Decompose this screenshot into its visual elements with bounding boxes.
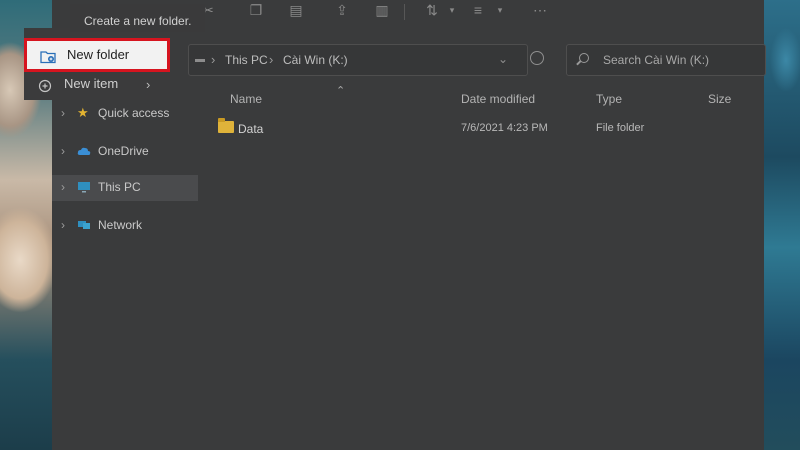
refresh-icon[interactable] bbox=[530, 51, 544, 65]
nav-label: Quick access bbox=[98, 106, 170, 120]
sort-icon[interactable]: ⇅ bbox=[424, 2, 440, 18]
address-bar[interactable]: › This PC › Cài Win (K:) bbox=[188, 44, 528, 76]
search-placeholder: Search Cài Win (K:) bbox=[603, 53, 710, 67]
chevron-right-icon[interactable]: › bbox=[61, 218, 65, 232]
chevron-right-icon: › bbox=[146, 77, 151, 92]
column-header-size[interactable]: Size bbox=[708, 92, 731, 106]
chevron-down-icon[interactable]: ▾ bbox=[444, 2, 460, 18]
desktop-wallpaper-right bbox=[764, 0, 800, 450]
search-box[interactable]: Search Cài Win (K:) bbox=[566, 44, 766, 76]
new-folder-menu-item[interactable]: New folder bbox=[24, 38, 170, 72]
menu-item-label: New item bbox=[64, 76, 119, 91]
new-folder-icon bbox=[40, 51, 56, 64]
share-icon[interactable]: ⇪ bbox=[334, 2, 350, 18]
file-name[interactable]: Data bbox=[238, 122, 263, 136]
cloud-icon bbox=[77, 147, 91, 155]
breadcrumb-drive[interactable]: Cài Win (K:) bbox=[283, 53, 348, 67]
chevron-right-icon[interactable]: › bbox=[61, 106, 65, 120]
toolbar-divider bbox=[404, 4, 405, 20]
folder-icon bbox=[218, 118, 234, 133]
nav-item-this-pc[interactable]: › This PC bbox=[52, 175, 198, 201]
search-icon bbox=[579, 53, 589, 63]
copy-icon[interactable]: ❐ bbox=[248, 2, 264, 18]
more-options-icon[interactable]: ⋯ bbox=[532, 2, 548, 18]
star-icon: ★ bbox=[77, 105, 89, 120]
network-icon bbox=[78, 221, 90, 229]
column-header-name[interactable]: Name bbox=[230, 92, 262, 106]
column-header-type[interactable]: Type bbox=[596, 92, 622, 106]
new-item-icon bbox=[38, 79, 52, 93]
tooltip: Create a new folder. bbox=[70, 4, 206, 32]
new-item-menu-item[interactable]: New item › bbox=[24, 70, 170, 104]
address-history-chevron-icon[interactable]: ⌄ bbox=[498, 52, 508, 66]
chevron-down-icon[interactable]: ▾ bbox=[492, 2, 508, 18]
nav-label: This PC bbox=[98, 180, 141, 194]
menu-item-label: New folder bbox=[67, 47, 130, 62]
column-header-date-modified[interactable]: Date modified bbox=[461, 92, 535, 106]
paste-icon[interactable]: ▤ bbox=[288, 2, 304, 18]
delete-icon[interactable]: ▥ bbox=[374, 2, 390, 18]
chevron-right-icon: › bbox=[211, 52, 216, 67]
monitor-icon bbox=[78, 182, 90, 193]
file-date-modified: 7/6/2021 4:23 PM bbox=[461, 122, 548, 134]
nav-label: OneDrive bbox=[98, 144, 149, 158]
chevron-right-icon[interactable]: › bbox=[61, 180, 65, 194]
breadcrumb-this-pc[interactable]: This PC bbox=[225, 53, 268, 67]
nav-item-onedrive[interactable]: › OneDrive bbox=[52, 139, 198, 165]
view-icon[interactable]: ≡ bbox=[470, 2, 486, 18]
sort-ascending-icon: ⌃ bbox=[336, 85, 346, 97]
drive-icon bbox=[195, 59, 205, 62]
nav-item-quick-access[interactable]: › ★ Quick access bbox=[52, 101, 198, 127]
new-dropdown-menu: New folder New item › bbox=[24, 28, 170, 100]
chevron-right-icon[interactable]: › bbox=[61, 144, 65, 158]
nav-item-network[interactable]: › Network bbox=[52, 213, 198, 239]
chevron-right-icon: › bbox=[269, 52, 274, 67]
file-type: File folder bbox=[596, 122, 645, 134]
nav-label: Network bbox=[98, 218, 143, 232]
